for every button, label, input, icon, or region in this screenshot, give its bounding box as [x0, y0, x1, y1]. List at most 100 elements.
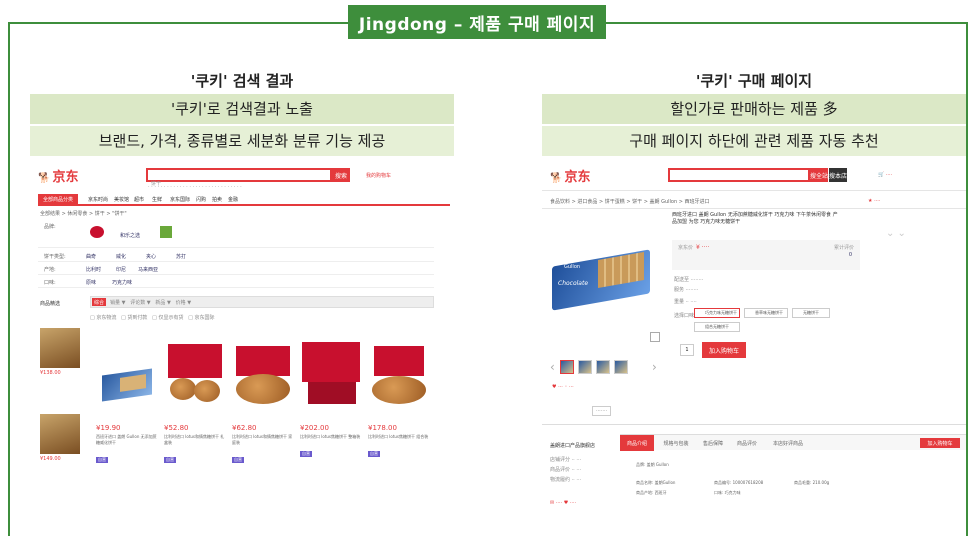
tab-spec[interactable]: 规格与包装: [658, 435, 694, 451]
type-filter-row: 饼干类型: 曲奇 威化 夹心 苏打: [38, 250, 434, 262]
promo-tag: 自营: [164, 457, 176, 463]
filter-options[interactable]: □ 京东物流 □ 货到付款 □ 仅显示有货 □ 京东国际: [90, 314, 215, 321]
variant-option[interactable]: 巧克力味无糖饼干: [694, 308, 740, 318]
spec-item: 商品毛重: 210.00g: [794, 480, 830, 485]
product-image: [232, 338, 294, 410]
product-page-panel: '쿠키' 구매 페이지 할인가로 판매하는 제품 多 구매 페이지 하단에 관련…: [542, 68, 966, 514]
weight-info: 重量 ·· ····: [674, 299, 697, 305]
search-button[interactable]: 搜索: [332, 168, 350, 182]
nav-item[interactable]: 超市: [134, 196, 144, 203]
follow-store-link[interactable]: ★ ····: [868, 198, 880, 204]
sort-options[interactable]: 销量 ▼ 评论数 ▼ 新品 ▼ 价格 ▼: [110, 299, 191, 306]
side-label: 商品精选: [40, 301, 61, 307]
nav-item[interactable]: 生鲜: [152, 196, 162, 203]
delivery-info: 配送至 ········: [674, 277, 704, 283]
product-image: [96, 338, 158, 410]
thumbnail-strip: [560, 360, 628, 374]
thumbnail[interactable]: [596, 360, 610, 374]
spec-item: 商品编号: 100007618208: [714, 480, 764, 485]
variant-option[interactable]: 组合无糖饼干: [694, 322, 740, 332]
detail-tabs: 商品介绍 规格与包装 售后保障 商品评价 本店好评商品 加入购物车: [620, 434, 966, 451]
side-product-image: [40, 328, 80, 368]
next-thumb-icon[interactable]: ›: [652, 360, 657, 374]
collapse-icon[interactable]: ⌄ ⌄: [886, 228, 906, 239]
variant-option[interactable]: 香草味无糖饼干: [744, 308, 788, 318]
search-input[interactable]: 饼干: [146, 168, 332, 187]
tab-aftersale[interactable]: 售后保障: [698, 435, 728, 451]
jd-dog-icon: 🐕: [38, 173, 51, 184]
store-box-title: 盖朗进口产品旗舰店: [550, 443, 596, 449]
left-heading: '쿠키' 검색 결과: [190, 72, 294, 90]
store-info: 商品评价 ·· ···: [550, 467, 582, 473]
tab-intro[interactable]: 商品介绍: [620, 435, 654, 451]
variant-option[interactable]: 无糖饼干: [792, 308, 830, 318]
zoom-icon[interactable]: [650, 332, 660, 342]
search-all-button[interactable]: 搜全站: [810, 168, 828, 182]
product-card[interactable]: ¥52.80 比利时进口 lotus和情焦糖饼干 礼盒装 自营: [164, 338, 226, 465]
breadcrumb: 全部结果 > 休闲零食 > 饼干 > "饼干": [40, 211, 127, 217]
sort-default-button[interactable]: 综合: [92, 298, 106, 306]
side-product[interactable]: ¥138.00: [40, 328, 80, 376]
store-info: 物流履约 ·· ···: [550, 477, 582, 483]
nav-item[interactable]: 美妆馆: [114, 196, 129, 203]
search-result-panel: '쿠키' 검색 결과 '쿠키'로 검색결과 노출 브랜드, 가격, 종류별로 세…: [30, 68, 454, 514]
search-input[interactable]: [668, 168, 810, 182]
all-categories-button[interactable]: 全部商品分类: [38, 194, 78, 204]
report-button[interactable]: ·······: [592, 406, 612, 416]
hot-keywords: · · · · · · · · · · · · · · · · · · · · …: [148, 184, 242, 190]
nav-item[interactable]: 闪购: [196, 196, 206, 203]
tab-recommended[interactable]: 本店好评商品: [766, 435, 810, 451]
left-band-2: 브랜드, 가격, 종류별로 세분화 분류 기능 제공: [30, 126, 454, 156]
thumbnail[interactable]: [578, 360, 592, 374]
prev-thumb-icon[interactable]: ‹: [550, 360, 555, 374]
add-to-cart-button[interactable]: 加入购物车: [702, 342, 746, 358]
quantity-stepper[interactable]: 1: [680, 344, 694, 356]
spec-item: 商品产地: 西班牙: [636, 490, 667, 495]
lotus-logo-icon[interactable]: [90, 226, 104, 238]
brand-logo-icon[interactable]: [160, 226, 172, 238]
side-product-image: [40, 414, 80, 454]
product-image: [368, 338, 430, 410]
product-image: [164, 338, 226, 410]
variant-label: 选择口味: [674, 313, 695, 319]
contact-icon[interactable]: ✉ ···· ♥ ····: [550, 500, 576, 506]
jd-logo[interactable]: 🐕 京东: [550, 166, 590, 185]
side-product[interactable]: ¥149.00: [40, 414, 80, 462]
nav-item[interactable]: 金融: [228, 196, 238, 203]
header-divider: [542, 190, 966, 191]
search-store-button[interactable]: 搜本店: [829, 168, 847, 182]
crumb-divider: [542, 208, 966, 209]
frame-title: Jingdong – 제품 구매 페이지: [348, 5, 606, 39]
origin-filter-row: 产地: 比利时 印尼 马来西亚: [38, 263, 434, 275]
price-box: 京东价 ¥ ···· 累计评价 0: [672, 240, 860, 270]
nav-item[interactable]: 拍卖: [212, 196, 222, 203]
product-card[interactable]: ¥62.80 比利时进口 lotus和情焦糖饼干 家庭装 自营: [232, 338, 294, 465]
cart-link[interactable]: 我的购物车: [366, 172, 391, 179]
share-icon[interactable]: ♥ ··· ◦ ···: [552, 384, 574, 390]
spec-item: 品牌: 盖朗 Gullon: [636, 462, 669, 467]
nav-item[interactable]: 京东国际: [170, 196, 190, 203]
nav-item[interactable]: 京东时尚: [88, 196, 108, 203]
cart-icon[interactable]: 🛒 ····: [878, 172, 892, 178]
promo-tag: 自营: [300, 451, 312, 457]
right-band-1: 할인가로 판매하는 제품 多: [542, 94, 966, 124]
product-card[interactable]: ¥178.00 比利时进口 lotus焦糖饼干 组合装 自营: [368, 338, 430, 459]
product-title: 西班牙进口 盖朗 Gullon 无添加蔗糖威化饼干 巧克力味 下午茶休闲零食 产…: [672, 212, 838, 225]
spec-item: 口味: 巧克力味: [714, 490, 741, 495]
promo-tag: 自营: [96, 457, 108, 463]
thumbnail[interactable]: [614, 360, 628, 374]
flavor-filter-row: 口味: 原味 巧克力味: [38, 276, 434, 288]
product-page-screenshot: 🐕 京东 搜全站 搜本店 🛒 ···· 食品饮料 > 进口食品 > 饼干蛋糕 > …: [542, 162, 966, 514]
main-product-image[interactable]: Chocolate Gullon: [552, 249, 652, 311]
product-card[interactable]: ¥202.00 比利时进口 lotus焦糖饼干 整箱装 自营: [300, 338, 362, 459]
tab-reviews[interactable]: 商品评价: [732, 435, 762, 451]
jd-dog-icon: 🐕: [550, 173, 563, 184]
section-divider: [542, 424, 966, 425]
product-card[interactable]: ¥19.90 西班牙进口 盖朗 Gullon 无添加蔗糖威化饼干 自营: [96, 338, 158, 465]
jd-logo[interactable]: 🐕 京东: [38, 166, 78, 185]
thumbnail[interactable]: [560, 360, 574, 374]
service-info: 服务 ········: [674, 287, 699, 293]
right-heading: '쿠키' 구매 페이지: [695, 72, 813, 90]
tab-add-cart-button[interactable]: 加入购物车: [920, 438, 960, 448]
product-image: [300, 338, 362, 410]
